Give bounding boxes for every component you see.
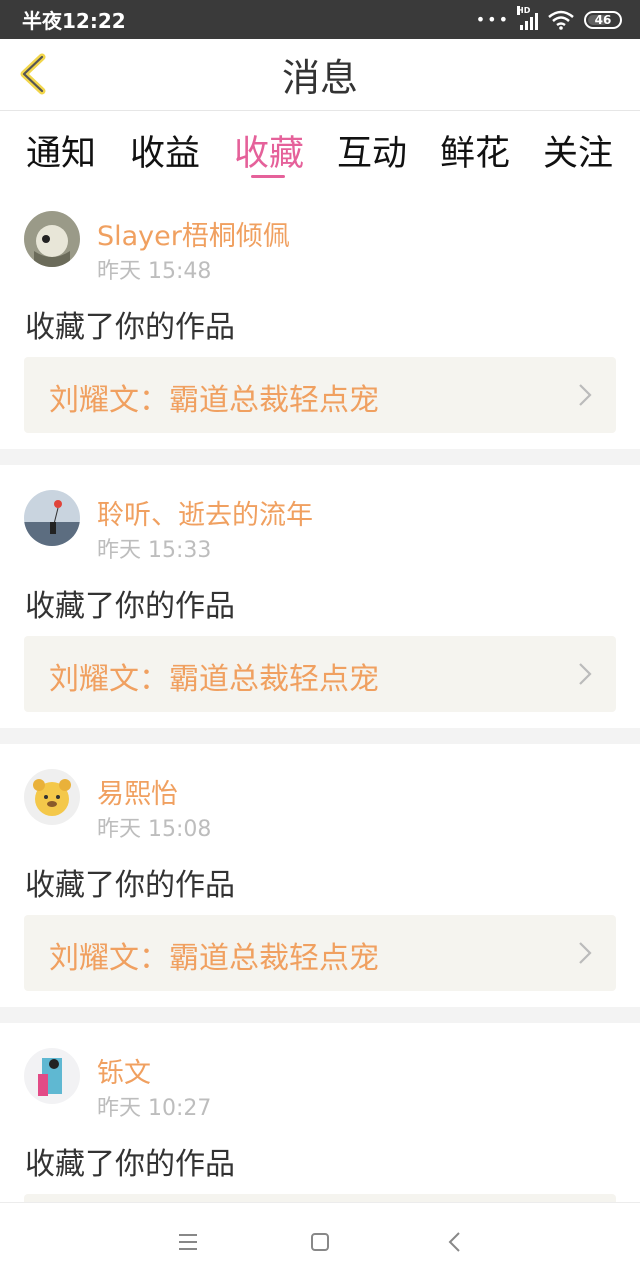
status-bar: 半夜12:22 ••• HD 46 [0,0,640,39]
message-item[interactable]: 易熙怡 昨天 15:08 收藏了你的作品 刘耀文：霸道总裁轻点宠 [0,744,640,1007]
username[interactable]: Slayer梧桐倾佩 [97,214,290,253]
message-item[interactable]: 聆听、逝去的流年 昨天 15:33 收藏了你的作品 刘耀文：霸道总裁轻点宠 [0,465,640,728]
username[interactable]: 易熙怡 [97,772,178,811]
tab-bar: 通知 收益 收藏 互动 鲜花 关注 [0,111,640,183]
chevron-right-icon [579,942,592,964]
work-link[interactable] [24,1194,616,1202]
message-item[interactable]: Slayer梧桐倾佩 昨天 15:48 收藏了你的作品 刘耀文：霸道总裁轻点宠 [0,196,640,449]
back-nav-icon[interactable] [440,1227,470,1257]
back-arrow-icon[interactable] [14,51,54,97]
tab-earnings[interactable]: 收益 [130,125,200,176]
menu-icon[interactable] [173,1227,203,1257]
work-title: 刘耀文：霸道总裁轻点宠 [49,383,379,418]
status-icons: ••• HD 46 [475,5,622,30]
active-tab-indicator [251,175,285,178]
work-link[interactable]: 刘耀文：霸道总裁轻点宠 [24,915,616,991]
divider [0,1007,640,1023]
more-dots-icon: ••• [475,10,510,29]
signal-icon: HD [517,5,538,30]
battery-level: 46 [594,12,612,27]
tab-favorites[interactable]: 收藏 [234,125,304,176]
work-title: 刘耀文：霸道总裁轻点宠 [49,941,379,976]
divider [0,449,640,465]
divider [0,728,640,744]
message-action: 收藏了你的作品 [25,868,235,903]
avatar[interactable] [24,211,80,267]
message-action: 收藏了你的作品 [25,589,235,624]
message-item[interactable]: 铄文 昨天 10:27 收藏了你的作品 [0,1023,640,1202]
battery-icon: 46 [584,10,622,29]
message-action: 收藏了你的作品 [25,310,235,345]
work-title: 刘耀文：霸道总裁轻点宠 [49,662,379,697]
message-time: 昨天 15:48 [97,259,212,284]
app-header: 消息 [0,39,640,111]
avatar[interactable] [24,769,80,825]
message-time: 昨天 15:33 [97,538,212,563]
system-nav-bar [0,1202,640,1281]
tab-interactions[interactable]: 互动 [337,125,407,176]
message-time: 昨天 10:27 [97,1096,212,1121]
work-link[interactable]: 刘耀文：霸道总裁轻点宠 [24,636,616,712]
message-action: 收藏了你的作品 [25,1147,235,1182]
status-time: 半夜12:22 [22,9,126,33]
tab-follows[interactable]: 关注 [543,125,613,176]
wifi-icon [548,10,574,30]
tab-notifications[interactable]: 通知 [26,125,96,176]
home-icon[interactable] [305,1227,335,1257]
username[interactable]: 聆听、逝去的流年 [97,493,313,532]
chevron-right-icon [579,663,592,685]
username[interactable]: 铄文 [97,1051,151,1090]
page-title: 消息 [281,56,358,100]
message-time: 昨天 15:08 [97,817,212,842]
signal-hd-label: HD [517,5,531,15]
avatar[interactable] [24,1048,80,1104]
avatar[interactable] [24,490,80,546]
work-link[interactable]: 刘耀文：霸道总裁轻点宠 [24,357,616,433]
chevron-right-icon [579,384,592,406]
tab-flowers[interactable]: 鲜花 [440,125,510,176]
